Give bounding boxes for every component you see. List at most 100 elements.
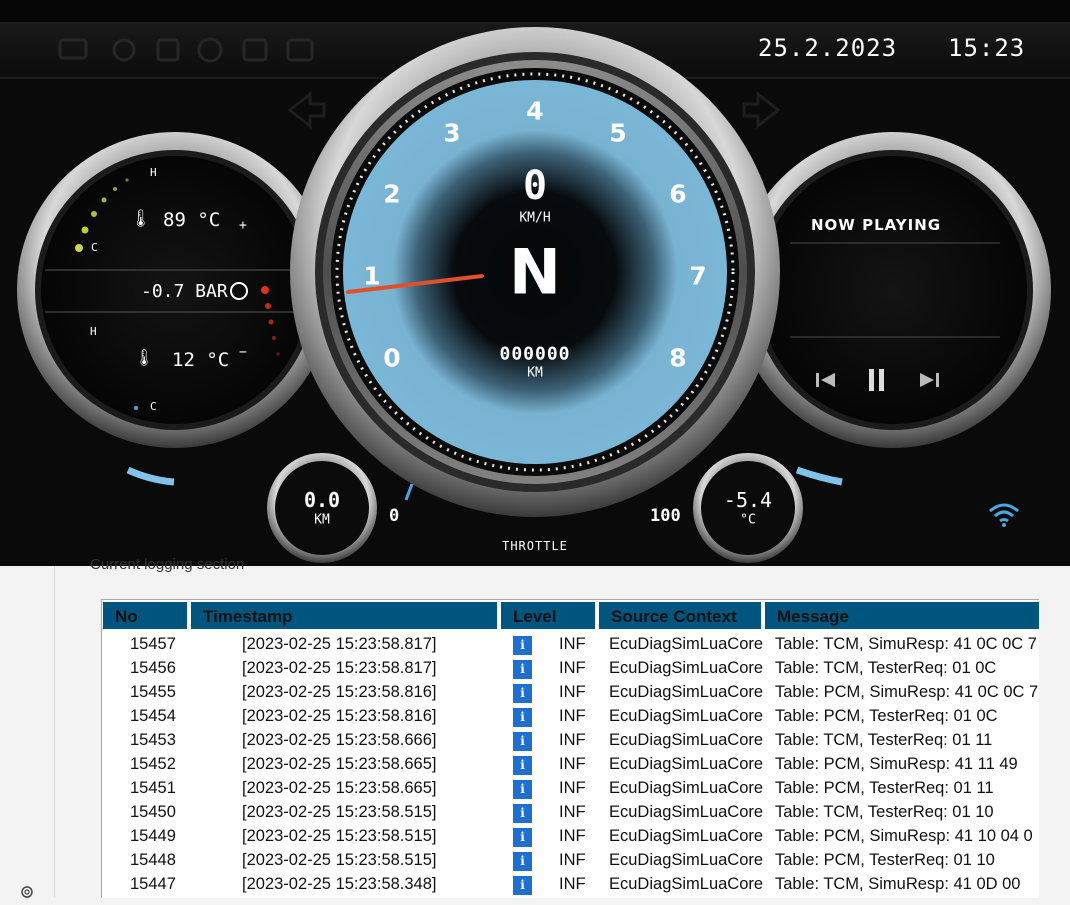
row-source: EcuDiagSimLuaCore bbox=[609, 779, 764, 797]
minus-label: − bbox=[239, 345, 247, 360]
play-pause-icon[interactable] bbox=[866, 368, 888, 392]
info-level-icon: i bbox=[513, 756, 532, 775]
row-level: INF bbox=[559, 779, 586, 797]
coolant-thermometer-icon: 🌡 bbox=[130, 209, 152, 229]
info-level-icon: i bbox=[513, 660, 532, 679]
row-timestamp: [2023-02-25 15:23:58.817] bbox=[242, 659, 437, 677]
trip-value: 0.0 bbox=[303, 488, 341, 512]
previous-track-icon[interactable] bbox=[815, 371, 837, 389]
row-message: Table: PCM, TesterReq: 01 11 bbox=[775, 779, 994, 797]
table-row[interactable]: 15455 [2023-02-25 15:23:58.816] i INF EcuDia… bbox=[102, 681, 1039, 705]
date-display: 25.2.2023 bbox=[758, 34, 898, 62]
coolant-high-label: H bbox=[150, 166, 157, 179]
settings-gear-icon[interactable] bbox=[18, 883, 36, 901]
time-display: 15:23 bbox=[948, 34, 1026, 62]
section-label: Current logging section bbox=[90, 556, 245, 573]
instrument-cluster: 25.2.2023 15:23 0 1 2 3 4 5 6 7 8 0 KM/H… bbox=[0, 0, 1070, 566]
scale-0: 0 bbox=[383, 343, 401, 373]
column-header-level[interactable]: Level bbox=[501, 602, 595, 629]
row-source: EcuDiagSimLuaCore bbox=[609, 827, 764, 845]
row-source: EcuDiagSimLuaCore bbox=[609, 755, 764, 773]
info-level-icon: i bbox=[513, 780, 532, 799]
row-level: INF bbox=[559, 683, 586, 701]
row-timestamp: [2023-02-25 15:23:58.515] bbox=[242, 803, 437, 821]
row-number: 15455 bbox=[130, 683, 176, 701]
row-level: INF bbox=[559, 875, 586, 893]
coolant-low-label: C bbox=[91, 241, 98, 254]
row-source: EcuDiagSimLuaCore bbox=[609, 659, 764, 677]
row-level: INF bbox=[559, 803, 586, 821]
row-source: EcuDiagSimLuaCore bbox=[609, 803, 764, 821]
log-table[interactable]: No Timestamp Level Source Context Messag… bbox=[101, 599, 1039, 898]
throttle-max: 100 bbox=[650, 506, 681, 526]
table-row[interactable]: 15451 [2023-02-25 15:23:58.665] i INF EcuDia… bbox=[102, 777, 1039, 801]
scale-6: 6 bbox=[669, 179, 687, 209]
table-row[interactable]: 15449 [2023-02-25 15:23:58.515] i INF EcuDia… bbox=[102, 825, 1039, 849]
table-row[interactable]: 15454 [2023-02-25 15:23:58.816] i INF EcuDia… bbox=[102, 705, 1039, 729]
row-message: Table: TCM, TesterReq: 01 11 bbox=[775, 731, 993, 749]
row-number: 15450 bbox=[130, 803, 176, 821]
row-number: 15451 bbox=[130, 779, 176, 797]
column-header-no[interactable]: No bbox=[103, 602, 187, 629]
table-row[interactable]: 15453 [2023-02-25 15:23:58.666] i INF EcuDia… bbox=[102, 729, 1039, 753]
column-header-timestamp[interactable]: Timestamp bbox=[191, 602, 497, 629]
row-message: Table: PCM, SimuResp: 41 11 49 bbox=[775, 755, 1018, 773]
odometer-value: 000000 bbox=[499, 343, 571, 365]
speed-value: 0 bbox=[522, 163, 548, 209]
row-level: INF bbox=[559, 851, 586, 869]
coolant-temp: 89 °C bbox=[163, 209, 221, 231]
row-timestamp: [2023-02-25 15:23:58.665] bbox=[242, 779, 437, 797]
scale-8: 8 bbox=[669, 343, 687, 373]
row-message: Table: PCM, TesterReq: 01 0C bbox=[775, 707, 998, 725]
scale-5: 5 bbox=[609, 118, 627, 148]
table-row[interactable]: 15447 [2023-02-25 15:23:58.348] i INF EcuDia… bbox=[102, 873, 1039, 897]
row-number: 15452 bbox=[130, 755, 176, 773]
scale-1: 1 bbox=[363, 261, 381, 291]
row-timestamp: [2023-02-25 15:23:58.666] bbox=[242, 731, 437, 749]
row-timestamp: [2023-02-25 15:23:58.816] bbox=[242, 707, 437, 725]
row-timestamp: [2023-02-25 15:23:58.348] bbox=[242, 875, 437, 893]
table-row[interactable]: 15450 [2023-02-25 15:23:58.515] i INF EcuDia… bbox=[102, 801, 1039, 825]
row-level: INF bbox=[559, 635, 586, 653]
scale-2: 2 bbox=[383, 179, 401, 209]
oil-temp: 12 °C bbox=[172, 349, 230, 371]
boost-pressure: -0.7 BAR bbox=[141, 281, 228, 302]
row-message: Table: PCM, TesterReq: 01 10 bbox=[775, 851, 995, 869]
info-level-icon: i bbox=[513, 732, 532, 751]
column-header-message[interactable]: Message bbox=[765, 602, 1039, 629]
plus-label: + bbox=[239, 218, 247, 233]
scale-3: 3 bbox=[443, 118, 461, 148]
next-track-icon[interactable] bbox=[918, 371, 940, 389]
oil-thermometer-icon: 🌡 bbox=[134, 348, 155, 367]
row-number: 15456 bbox=[130, 659, 176, 677]
row-message: Table: PCM, SimuResp: 41 10 04 0 bbox=[775, 827, 1033, 845]
table-row[interactable]: 15448 [2023-02-25 15:23:58.515] i INF EcuDia… bbox=[102, 849, 1039, 873]
row-timestamp: [2023-02-25 15:23:58.817] bbox=[242, 635, 437, 653]
info-level-icon: i bbox=[513, 804, 532, 823]
table-row[interactable]: 15452 [2023-02-25 15:23:58.665] i INF EcuDia… bbox=[102, 753, 1039, 777]
row-source: EcuDiagSimLuaCore bbox=[609, 683, 764, 701]
row-level: INF bbox=[559, 707, 586, 725]
info-level-icon: i bbox=[513, 876, 532, 895]
info-level-icon: i bbox=[513, 708, 532, 727]
row-source: EcuDiagSimLuaCore bbox=[609, 875, 764, 893]
row-number: 15454 bbox=[130, 707, 176, 725]
row-source: EcuDiagSimLuaCore bbox=[609, 851, 764, 869]
speed-unit: KM/H bbox=[519, 210, 551, 226]
row-message: Table: TCM, TesterReq: 01 0C bbox=[775, 659, 997, 677]
column-header-source[interactable]: Source Context bbox=[599, 602, 761, 629]
row-message: Table: TCM, SimuResp: 41 0D 00 bbox=[775, 875, 1021, 893]
row-message: Table: TCM, SimuResp: 41 0C 0C 7 bbox=[775, 635, 1037, 653]
odometer-unit: KM bbox=[527, 365, 543, 381]
row-number: 15448 bbox=[130, 851, 176, 869]
row-message: Table: PCM, SimuResp: 41 0C 0C 7 bbox=[775, 683, 1039, 701]
row-level: INF bbox=[559, 827, 586, 845]
info-level-icon: i bbox=[513, 684, 532, 703]
row-source: EcuDiagSimLuaCore bbox=[609, 707, 764, 725]
row-number: 15447 bbox=[130, 875, 176, 893]
row-number: 15449 bbox=[130, 827, 176, 845]
table-row[interactable]: 15457 [2023-02-25 15:23:58.817] i INF EcuDia… bbox=[102, 633, 1039, 657]
table-row[interactable]: 15456 [2023-02-25 15:23:58.817] i INF EcuDia… bbox=[102, 657, 1039, 681]
row-number: 15453 bbox=[130, 731, 176, 749]
info-level-icon: i bbox=[513, 636, 532, 655]
